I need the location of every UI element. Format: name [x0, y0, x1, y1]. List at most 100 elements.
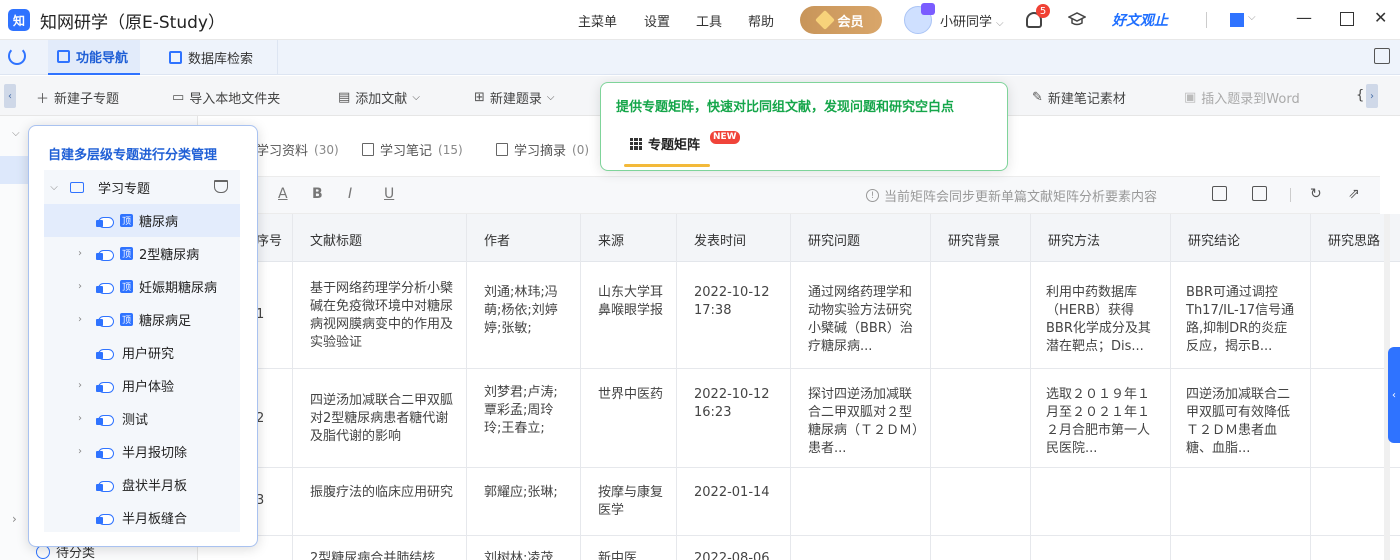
tab-count: (0) — [572, 142, 590, 157]
active-tab-indicator — [624, 164, 710, 167]
refresh-icon[interactable]: ↻ — [1310, 186, 1322, 202]
grid-line — [930, 214, 931, 560]
tab-function-nav[interactable]: 功能导航 — [48, 40, 140, 75]
tree-item[interactable]: › 测试 — [44, 402, 240, 435]
import-folder-button[interactable]: ▭ 导入本地文件夹 — [172, 88, 280, 107]
table-cell-source: 新中医 — [598, 551, 638, 560]
haowen-link[interactable]: 好文观止 — [1112, 10, 1168, 30]
tree-item-label: 用户体验 — [122, 380, 175, 395]
tab-label: 学习摘录 — [514, 144, 567, 159]
table-cell-title[interactable]: 四逆汤加减联合二甲双胍对2型糖尿病患者糖代谢及脂代谢的影响 — [310, 392, 456, 446]
menu-settings[interactable]: 设置 — [644, 11, 670, 30]
table-settings-icon[interactable] — [1252, 186, 1267, 201]
popup-title: 自建多层级专题进行分类管理 — [48, 148, 218, 163]
column-header: 作者 — [484, 234, 511, 249]
tab-study-excerpts[interactable]: 学习摘录 (0) — [496, 140, 589, 159]
theme-color-swatch[interactable] — [1230, 13, 1244, 27]
underline-button[interactable]: U — [384, 186, 394, 202]
tree-item[interactable]: 盘状半月板 — [44, 468, 240, 501]
tree-item[interactable]: › 顶 2型糖尿病 — [44, 237, 240, 270]
cloud-sync-icon — [96, 379, 114, 393]
filter-icon[interactable] — [214, 180, 228, 193]
close-icon[interactable]: ✕ — [1374, 8, 1387, 27]
cloud-sync-icon — [96, 346, 114, 360]
tab-database-search[interactable]: 数据库检索 — [160, 40, 278, 75]
layout-icon[interactable] — [1212, 186, 1227, 201]
table-cell-title[interactable]: 2型糖尿病合并肺结核... — [310, 550, 456, 560]
grid-line — [466, 214, 467, 560]
tree-item[interactable]: › 半月报切除 — [44, 435, 240, 468]
cloud-sync-icon — [96, 247, 114, 261]
graduation-cap-icon[interactable] — [1068, 12, 1086, 26]
chevron-right-icon[interactable]: › — [74, 248, 86, 259]
tree-item[interactable]: 顶 糖尿病 — [44, 204, 240, 237]
tree-root[interactable]: ⌵ 学习专题 — [44, 171, 240, 204]
add-literature-button[interactable]: ▤ 添加文献 ⌵ — [338, 88, 420, 107]
grid-line — [1170, 214, 1171, 560]
side-panel-icon[interactable] — [1374, 48, 1390, 64]
menu-help[interactable]: 帮助 — [748, 11, 774, 30]
diamond-icon — [815, 10, 836, 30]
tab-study-notes[interactable]: 学习笔记 (15) — [362, 140, 463, 159]
minimize-icon[interactable]: — — [1296, 8, 1312, 27]
tree-item[interactable]: › 顶 妊娠期糖尿病 — [44, 270, 240, 303]
promo-text: 提供专题矩阵，快速对比同组文献，发现问题和研究空白点 — [616, 100, 955, 115]
document-icon: ▤ — [338, 90, 351, 105]
chevron-right-icon[interactable]: › — [74, 380, 86, 391]
maximize-icon[interactable] — [1340, 12, 1354, 26]
chevron-right-icon[interactable]: › — [74, 314, 86, 325]
chevron-right-icon[interactable]: › — [74, 413, 86, 424]
chevron-right-icon[interactable]: › — [12, 512, 17, 526]
scroll-right-icon[interactable]: › — [1366, 84, 1378, 108]
export-icon[interactable]: ⇗ — [1348, 186, 1360, 202]
tab-study-materials[interactable]: 学习资料 (30) — [256, 140, 339, 160]
new-subtopic-button[interactable]: ＋ 新建子专题 — [36, 88, 119, 107]
tab-label: 学习资料 — [256, 144, 309, 159]
column-header: 研究方法 — [1048, 234, 1101, 249]
notification-badge: 5 — [1036, 4, 1050, 18]
collapse-panel-icon[interactable]: ‹ — [1388, 347, 1400, 443]
chevron-down-icon[interactable]: ⌵ — [1248, 12, 1256, 23]
grid-line — [200, 467, 1400, 468]
info-icon: ! — [866, 189, 879, 202]
chevron-right-icon[interactable]: › — [74, 281, 86, 292]
column-header: 研究结论 — [1188, 234, 1241, 249]
table-cell-title[interactable]: 振腹疗法的临床应用研究 — [310, 484, 456, 502]
vip-button[interactable]: 会员 — [800, 6, 882, 34]
tree-item-label: 盘状半月板 — [122, 479, 188, 494]
more-icon[interactable]: { — [1356, 88, 1364, 103]
tree-item[interactable]: › 用户体验 — [44, 369, 240, 402]
chevron-right-icon[interactable]: › — [74, 446, 86, 457]
tab-label: 功能导航 — [76, 51, 129, 66]
database-search-icon — [169, 51, 182, 64]
table-cell-question: 通过网络药理学和动物实验方法研究小檗碱（BBR）治疗糖尿病... — [808, 285, 913, 354]
tree-item[interactable]: 半月板缝合 — [44, 501, 240, 534]
menu-main[interactable]: 主菜单 — [578, 11, 617, 30]
username-dropdown[interactable]: 小研同学 ⌵ — [940, 11, 1004, 30]
pin-badge: 顶 — [120, 247, 133, 260]
tree-item[interactable]: › 顶 糖尿病足 — [44, 303, 240, 336]
table-cell-title[interactable]: 基于网络药理学分析小檗碱在免疫微环境中对糖尿病视网膜病变中的作用及实验验证 — [310, 280, 456, 352]
edit-icon: ✎ — [1032, 90, 1043, 105]
new-record-button[interactable]: ⊞ 新建题录 ⌵ — [474, 88, 555, 107]
username-label: 小研同学 — [940, 15, 993, 30]
font-color-button[interactable]: A — [278, 186, 288, 202]
tree-item-label: 糖尿病 — [139, 215, 179, 230]
refresh-icon[interactable] — [8, 47, 26, 65]
insert-to-word-button[interactable]: ▣ 插入题录到Word — [1184, 88, 1300, 107]
vip-crown-icon — [921, 3, 935, 15]
chevron-down-icon[interactable]: ⌵ — [12, 128, 20, 139]
note-icon — [362, 143, 374, 156]
bold-button[interactable]: B — [312, 186, 323, 202]
column-header: 发表时间 — [694, 234, 747, 249]
italic-button[interactable]: I — [348, 186, 352, 202]
chevron-down-icon[interactable]: ⌵ — [48, 182, 60, 193]
scroll-left-icon[interactable]: ‹ — [4, 84, 16, 108]
tab-topic-matrix[interactable]: 专题矩阵 — [630, 134, 700, 153]
new-note-material-button[interactable]: ✎ 新建笔记素材 — [1032, 88, 1126, 107]
menu-tools[interactable]: 工具 — [696, 11, 722, 30]
tree-item[interactable]: 用户研究 — [44, 336, 240, 369]
avatar[interactable] — [904, 3, 935, 34]
tree-item-label: 半月报切除 — [122, 446, 188, 461]
sidebar-selected-item[interactable] — [0, 156, 28, 184]
